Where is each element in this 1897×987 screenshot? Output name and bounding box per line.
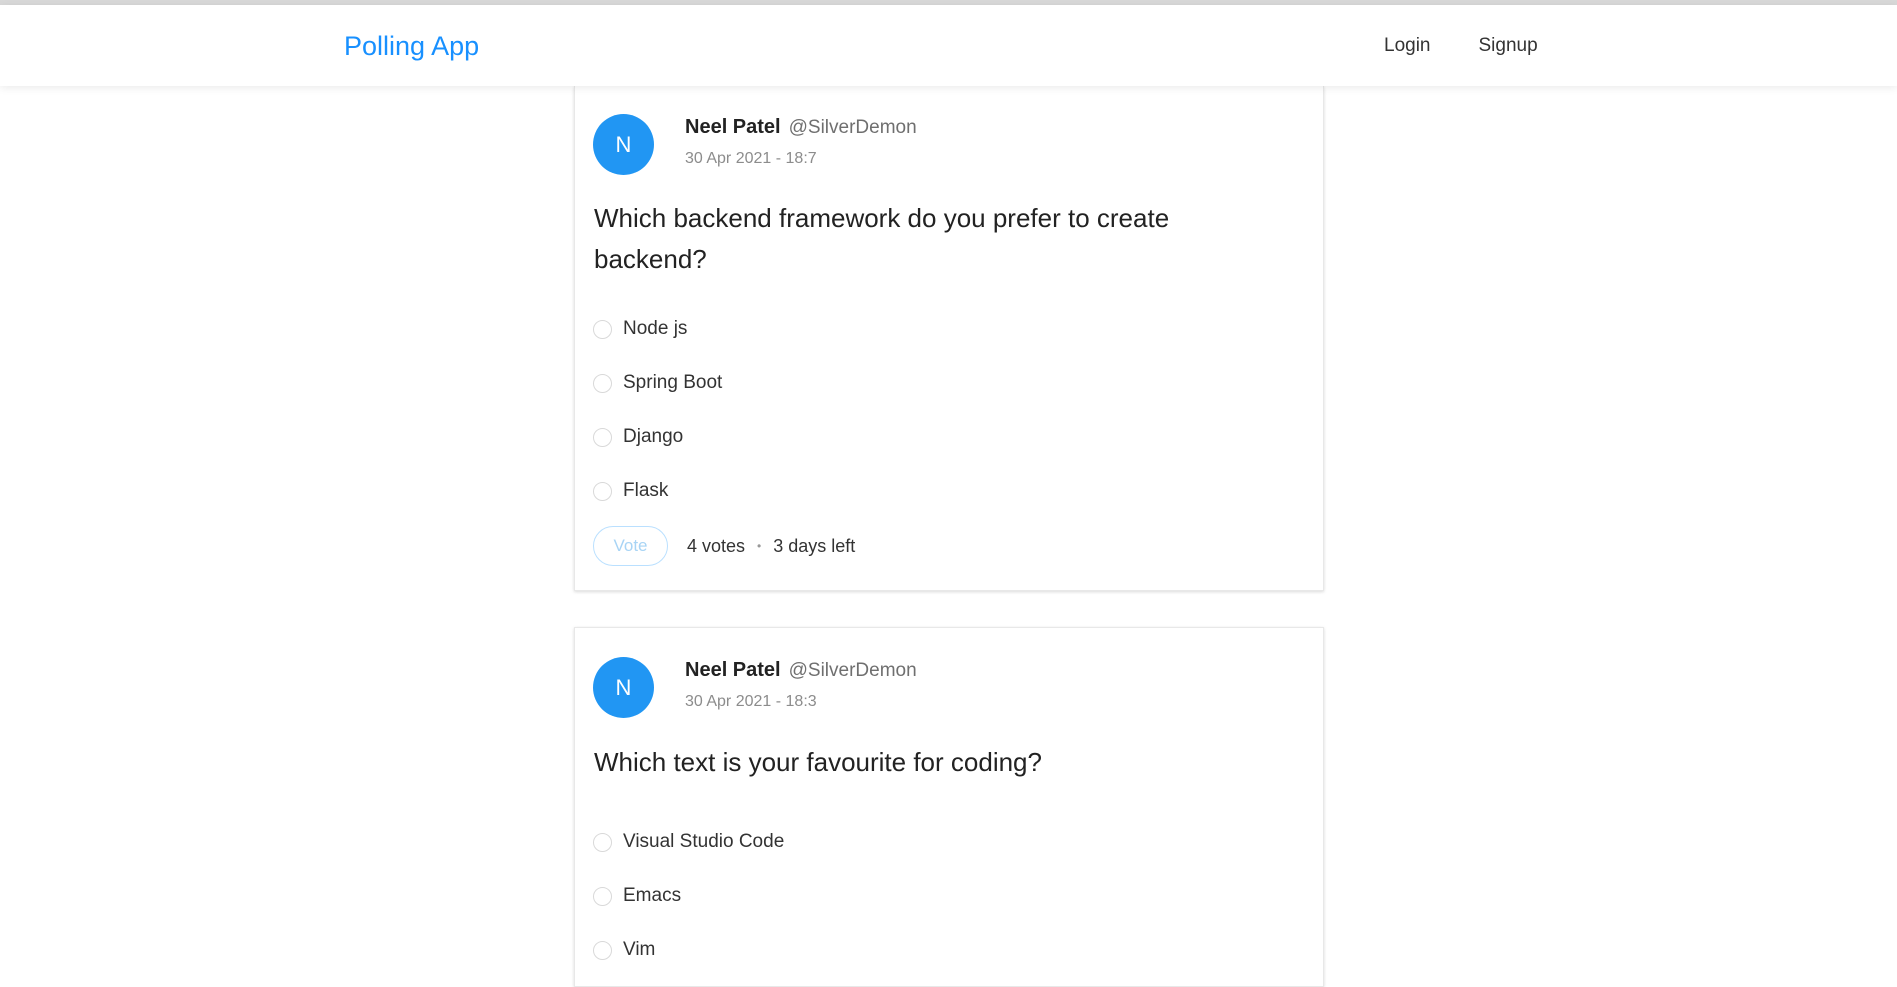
poll-creation-date: 30 Apr 2021 - 18:3	[685, 693, 817, 710]
radio-button[interactable]	[593, 427, 612, 447]
poll-question: Which text is your favourite for coding?	[594, 747, 1042, 777]
poll-choices: Node js Spring Boot Django Flask	[593, 302, 722, 518]
radio-button[interactable]	[593, 832, 612, 852]
poll-card: N Neel Patel @SilverDemon 30 Apr 2021 - 1…	[574, 86, 1324, 591]
creator-username[interactable]: @SilverDemon	[789, 660, 917, 681]
app-header: Polling App Login Signup	[0, 5, 1897, 86]
choice-option[interactable]: Visual Studio Code	[593, 815, 784, 869]
choice-option[interactable]: Vim	[593, 923, 784, 977]
choice-label[interactable]: Flask	[623, 480, 668, 502]
poll-footer: Vote 4 votes • 3 days left	[593, 526, 855, 566]
choice-option[interactable]: Spring Boot	[593, 356, 722, 410]
separator-dot: •	[757, 539, 762, 553]
vote-button[interactable]: Vote	[593, 526, 668, 566]
choice-label[interactable]: Django	[623, 426, 683, 448]
time-left: 3 days left	[773, 535, 856, 556]
avatar[interactable]: N	[593, 114, 654, 175]
choice-label[interactable]: Visual Studio Code	[623, 831, 784, 853]
poll-card: N Neel Patel @SilverDemon 30 Apr 2021 - 1…	[574, 627, 1324, 987]
creator-name-line: Neel Patel @SilverDemon	[685, 659, 917, 682]
radio-button[interactable]	[593, 886, 612, 906]
choice-option[interactable]: Node js	[593, 302, 722, 356]
avatar[interactable]: N	[593, 657, 654, 718]
vote-count: 4 votes	[687, 535, 746, 556]
choice-option[interactable]: Django	[593, 410, 722, 464]
choice-option[interactable]: Emacs	[593, 869, 784, 923]
login-link[interactable]: Login	[1360, 5, 1455, 86]
poll-question: Which backend framework do you prefer to…	[594, 203, 1170, 274]
choice-option[interactable]: Flask	[593, 464, 722, 518]
signup-link[interactable]: Signup	[1455, 5, 1562, 86]
choice-label[interactable]: Node js	[623, 318, 687, 340]
radio-button[interactable]	[593, 481, 612, 501]
app-title-link[interactable]: Polling App	[344, 31, 479, 62]
poll-choices: Visual Studio Code Emacs Vim	[593, 815, 784, 977]
creator-full-name[interactable]: Neel Patel	[685, 116, 781, 138]
choice-label[interactable]: Spring Boot	[623, 372, 722, 394]
radio-button[interactable]	[593, 373, 612, 393]
creator-full-name[interactable]: Neel Patel	[685, 659, 781, 681]
creator-name-line: Neel Patel @SilverDemon	[685, 116, 917, 139]
radio-button[interactable]	[593, 319, 612, 339]
poll-creation-date: 30 Apr 2021 - 18:7	[685, 150, 817, 167]
creator-username[interactable]: @SilverDemon	[789, 117, 917, 138]
radio-button[interactable]	[593, 940, 612, 960]
choice-label[interactable]: Emacs	[623, 885, 681, 907]
header-nav: Login Signup	[1360, 5, 1562, 86]
